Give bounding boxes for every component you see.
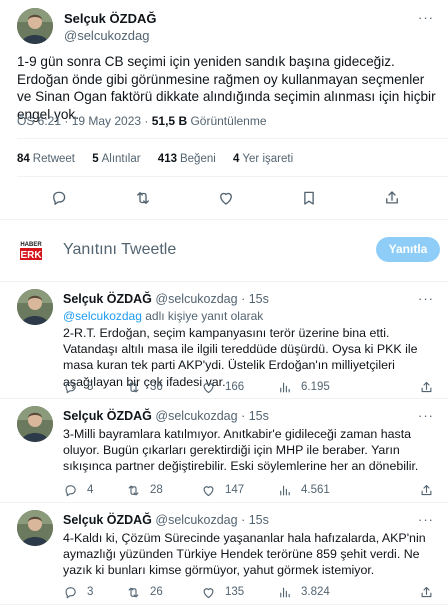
more-options-icon[interactable]: ··· <box>418 10 434 25</box>
author-handle[interactable]: @selcukozdag <box>64 28 149 43</box>
share-icon[interactable] <box>419 584 434 600</box>
retweet-icon[interactable] <box>134 189 152 207</box>
author-name[interactable]: Selçuk ÖZDAĞ <box>63 513 152 527</box>
divider <box>17 138 448 139</box>
retweet-icon <box>128 382 139 392</box>
divider <box>0 502 448 503</box>
reply-count: 4 <box>87 484 94 496</box>
author-name[interactable]: Selçuk ÖZDAĞ <box>63 409 152 423</box>
reply-header: Selçuk ÖZDAĞ @selcukozdag · 15s <box>63 292 269 306</box>
author-avatar[interactable] <box>17 289 53 325</box>
reply-count: 3 <box>87 586 94 598</box>
tweet-meta: ÖS 6:21 · 19 May 2023 · 51,5 B Görüntüle… <box>17 114 267 128</box>
bookmark-icon[interactable] <box>300 189 318 207</box>
reply-actions: 5 36 166 6.195 <box>63 379 433 395</box>
like-count: 147 <box>225 484 245 496</box>
reply-icon[interactable] <box>50 189 68 207</box>
reply-header: Selçuk ÖZDAĞ @selcukozdag · 15s <box>63 513 269 527</box>
reply-count: 5 <box>87 381 94 393</box>
retweet-count: 28 <box>150 484 163 496</box>
more-options-icon[interactable]: ··· <box>418 291 434 306</box>
more-options-icon[interactable]: ··· <box>418 512 434 527</box>
replying-to: @selcukozdag adlı kişiye yanıt olarak <box>63 309 263 323</box>
author-avatar[interactable] <box>17 8 53 44</box>
author-handle[interactable]: @selcukozdag <box>155 513 237 527</box>
likes-stat[interactable]: 413 Beğeni <box>158 153 216 165</box>
reply-action[interactable]: 4 <box>63 482 93 498</box>
retweet-action[interactable]: 28 <box>126 482 163 498</box>
divider <box>0 604 448 605</box>
share-icon[interactable] <box>419 482 434 498</box>
logo-text-bottom: ERK <box>20 250 42 261</box>
tweet-text: 1-9 gün sonra CB seçimi için yeniden san… <box>17 54 436 122</box>
views-count: 3.824 <box>301 586 330 598</box>
more-options-icon[interactable]: ··· <box>418 408 434 423</box>
like-action[interactable]: 147 <box>201 482 244 498</box>
divider <box>0 219 448 220</box>
tweet-timestamp[interactable]: ÖS 6:21 · 19 May 2023 · <box>17 114 148 128</box>
reply-button[interactable]: Yanıtla <box>376 237 440 262</box>
reply-text: 3-Milli bayramlara katılmıyor. Anıtkabir… <box>63 427 419 474</box>
views-action[interactable]: 3.824 <box>277 584 330 600</box>
reply-action[interactable]: 5 <box>63 379 93 395</box>
views-count: 4.561 <box>301 484 330 496</box>
views-icon <box>280 587 290 597</box>
retweet-icon <box>128 587 139 597</box>
views-label: Görüntülenme <box>190 114 267 128</box>
share-icon[interactable] <box>383 189 401 207</box>
reply-timestamp[interactable]: · 15s <box>241 409 269 423</box>
divider <box>0 398 448 399</box>
bookmarks-stat[interactable]: 4 Yer işareti <box>233 153 293 165</box>
tweet-stats: 84 Retweet 5 Alıntılar 413 Beğeni 4 Yer işar… <box>17 153 307 165</box>
retweet-count: 36 <box>150 381 163 393</box>
author-name[interactable]: Selçuk ÖZDAĞ <box>63 292 152 306</box>
retweet-icon <box>128 485 139 495</box>
replying-to-label: adlı kişiye yanıt olarak <box>145 309 264 323</box>
reply-icon <box>65 484 76 496</box>
like-count: 135 <box>225 586 245 598</box>
retweet-count: 26 <box>150 586 163 598</box>
reply-icon <box>65 381 76 393</box>
like-icon <box>203 485 214 496</box>
reply-actions: 4 28 147 4.561 <box>63 482 433 498</box>
replying-to-handle[interactable]: @selcukozdag <box>63 309 142 323</box>
views-icon <box>280 382 290 392</box>
divider <box>17 176 448 177</box>
views-action[interactable]: 6.195 <box>277 379 330 395</box>
author-handle[interactable]: @selcukozdag <box>155 292 237 306</box>
tweet-actions <box>17 189 427 211</box>
reply-action[interactable]: 3 <box>63 584 93 600</box>
reply-input[interactable]: Yanıtını Tweetle <box>63 241 176 259</box>
reply-actions: 3 26 135 3.824 <box>63 584 433 600</box>
like-icon <box>203 382 214 393</box>
views-icon <box>280 485 290 495</box>
author-name[interactable]: Selçuk ÖZDAĞ <box>64 11 156 26</box>
retweet-action[interactable]: 26 <box>126 584 163 600</box>
share-icon[interactable] <box>419 379 434 395</box>
like-action[interactable]: 135 <box>201 584 244 600</box>
views-count: 6.195 <box>301 381 330 393</box>
logo-text-top: HABER <box>20 242 42 248</box>
like-count: 166 <box>225 381 245 393</box>
reply-timestamp[interactable]: · 15s <box>241 513 269 527</box>
author-avatar[interactable] <box>17 406 53 442</box>
author-handle[interactable]: @selcukozdag <box>155 409 237 423</box>
author-avatar[interactable] <box>17 510 53 546</box>
user-avatar[interactable]: HABER ERK <box>18 237 44 263</box>
views-action[interactable]: 4.561 <box>277 482 330 498</box>
reply-icon <box>65 586 76 598</box>
retweets-stat[interactable]: 84 Retweet <box>17 153 75 165</box>
like-icon <box>203 587 214 598</box>
like-action[interactable]: 166 <box>201 379 244 395</box>
reply-header: Selçuk ÖZDAĞ @selcukozdag · 15s <box>63 409 269 423</box>
reply-text: 4-Kaldı ki, Çözüm Sürecinde yaşananlar h… <box>63 531 426 578</box>
views-count: 51,5 B <box>151 114 188 128</box>
like-icon[interactable] <box>217 189 235 207</box>
reply-timestamp[interactable]: · 15s <box>241 292 269 306</box>
retweet-action[interactable]: 36 <box>126 379 163 395</box>
quotes-stat[interactable]: 5 Alıntılar <box>92 153 140 165</box>
divider <box>0 281 448 282</box>
